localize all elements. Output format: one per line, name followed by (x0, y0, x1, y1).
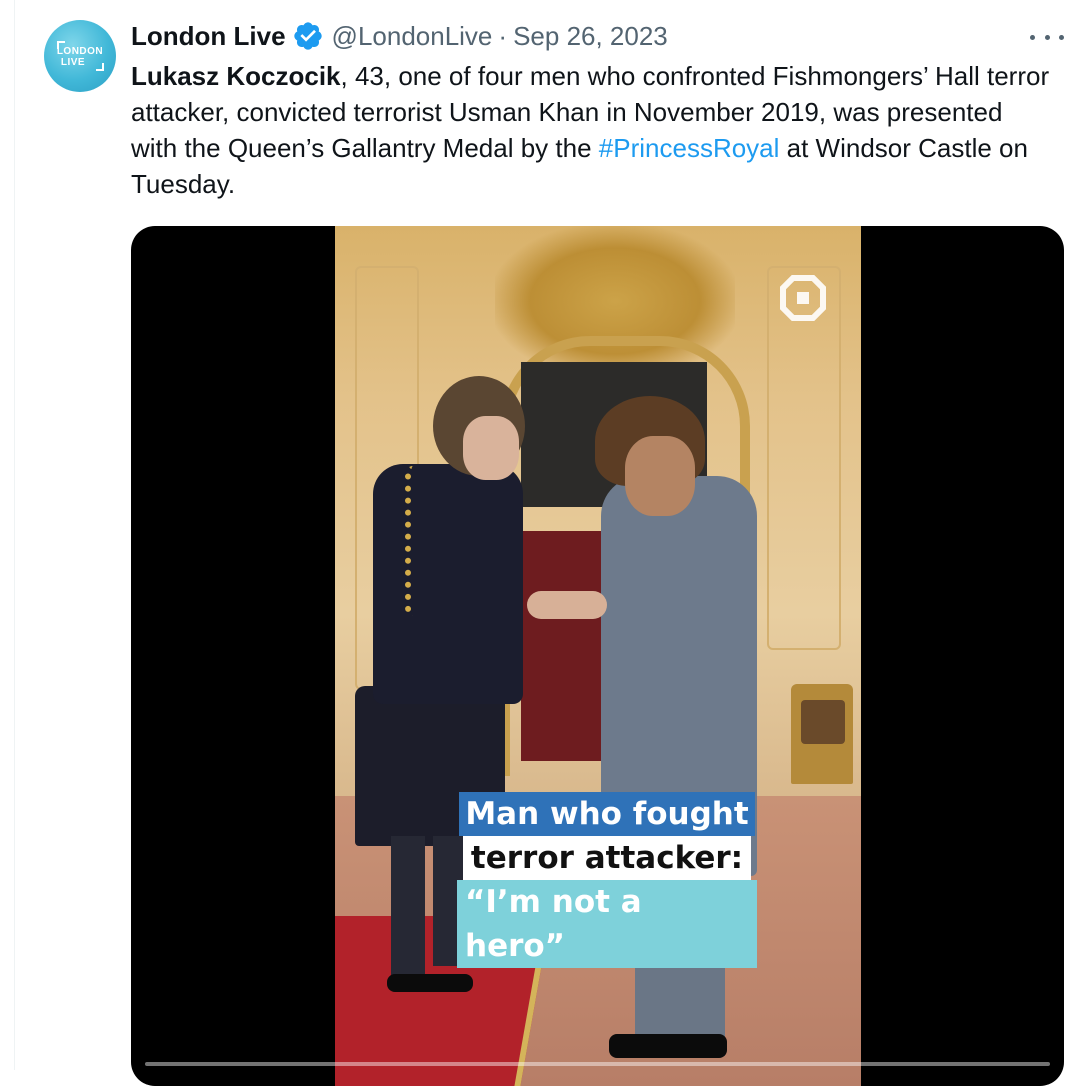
caption-line: “I’m not a hero” (457, 880, 757, 968)
figure-woman-braid (405, 466, 427, 616)
caption-line: terror attacker: (462, 836, 752, 880)
video-caption: Man who fought terror attacker: “I’m not… (457, 792, 757, 968)
tweet-date[interactable]: Sep 26, 2023 (513, 21, 668, 52)
figure-woman-coat (373, 464, 523, 704)
video-progress-bar[interactable] (145, 1062, 1050, 1066)
figure-woman-face (463, 416, 519, 480)
hashtag-link[interactable]: #PrincessRoyal (599, 133, 780, 163)
author-display-name[interactable]: London Live (131, 21, 286, 52)
hands-exchanging-medal (527, 591, 607, 619)
figure-man-shoe (609, 1034, 727, 1058)
logo-corner-icon (57, 41, 65, 49)
tweet-header: London Live @LondonLive · Sep 26, 2023 (131, 18, 1068, 54)
logo-corner-icon (96, 63, 104, 71)
caption-line: Man who fought (459, 792, 755, 836)
tweet-text: Lukasz Koczocik, 43, one of four men who… (131, 58, 1051, 202)
channel-watermark-icon (780, 275, 826, 321)
tweet-media-video[interactable]: Man who fought terror attacker: “I’m not… (131, 226, 1064, 1086)
wall-panel (767, 266, 841, 650)
avatar[interactable]: LONDON LIVE (44, 20, 116, 92)
avatar-logo-text: LIVE (60, 57, 86, 68)
more-options-icon[interactable] (1030, 22, 1064, 52)
dot-icon (1044, 34, 1050, 40)
figure-woman-shoe (387, 974, 473, 992)
timeline-border (14, 0, 15, 1070)
chair-seat (801, 700, 845, 744)
figure-man-face (625, 436, 695, 516)
dot-icon (1030, 34, 1035, 40)
video-frame[interactable]: Man who fought terror attacker: “I’m not… (335, 226, 861, 1086)
figure-woman-leg (391, 836, 425, 976)
verified-badge-icon[interactable] (292, 20, 324, 52)
dot-icon (1059, 34, 1064, 40)
tweet-bold-name: Lukasz Koczocik (131, 61, 341, 91)
author-handle[interactable]: @LondonLive (332, 21, 493, 52)
separator-dot: · (498, 20, 508, 51)
